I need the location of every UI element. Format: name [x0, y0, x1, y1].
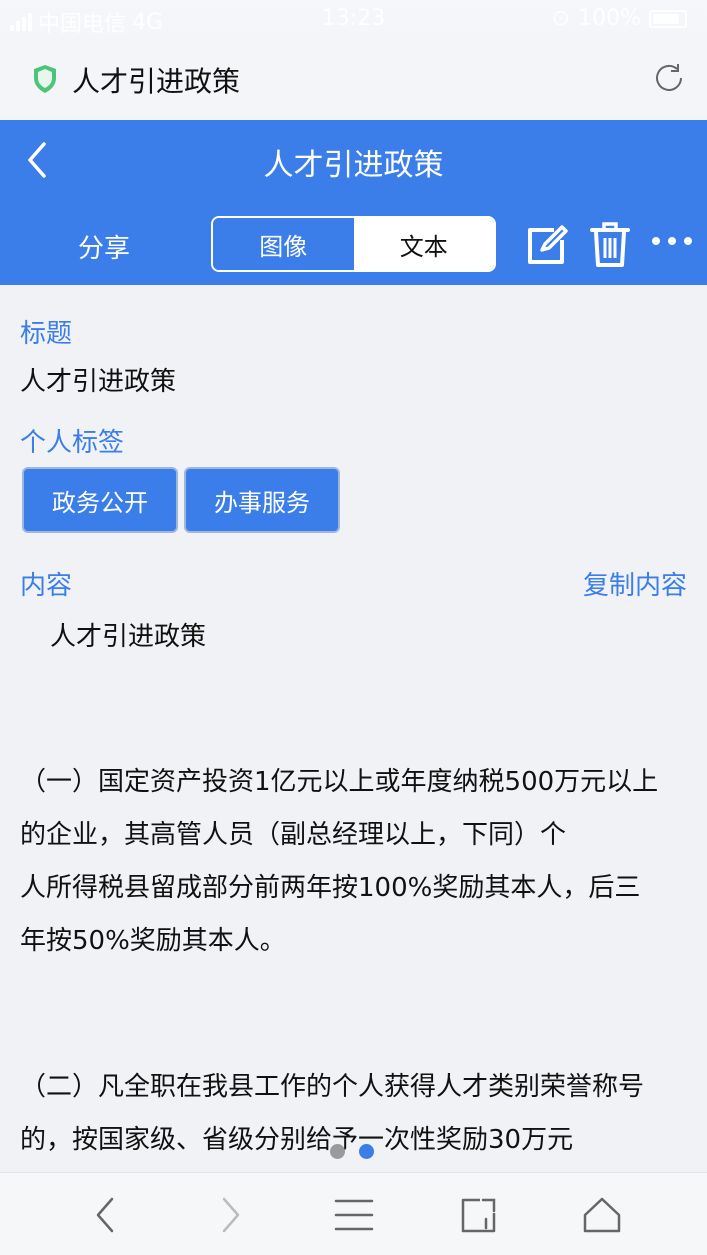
tag-chip[interactable]: 办事服务 [186, 469, 338, 531]
reload-icon[interactable] [651, 60, 687, 96]
copy-content-button[interactable]: 复制内容 [583, 565, 687, 602]
paragraph-line: 的企业，其高管人员（副总经理以上，下同）个 [20, 820, 567, 850]
paragraph-line: （二）凡全职在我县工作的个人获得人才类别荣誉称号 [20, 1072, 645, 1102]
segment-text[interactable]: 文本 [353, 218, 494, 270]
title-label: 标题 [20, 319, 73, 349]
view-mode-segmented-control: 图像 文本 [211, 216, 496, 272]
status-right: ⊙ 100% [552, 6, 687, 31]
more-icon[interactable] [650, 234, 694, 248]
trash-icon[interactable] [590, 220, 630, 268]
forward-arrow-icon[interactable] [210, 1195, 250, 1235]
tag-chip[interactable]: 政务公开 [24, 469, 176, 531]
page-title: 人才引进政策 [263, 148, 444, 183]
paragraph-line: 的，按国家级、省级分别给予一次性奖励30万元 [20, 1125, 574, 1155]
app-header: 人才引进政策 分享 图像 文本 [0, 120, 707, 285]
status-bar: 中国电信 4G 13:23 ⊙ 100% [0, 0, 707, 40]
page-dot-active [359, 1144, 374, 1159]
title-value: 人才引进政策 [20, 367, 177, 397]
battery-icon [649, 9, 687, 28]
page-dot [330, 1144, 345, 1159]
browser-page-title: 人才引进政策 [72, 65, 241, 98]
paragraph-line: 年按50%奖励其本人。 [20, 926, 286, 956]
tabs-icon[interactable] [458, 1195, 498, 1235]
edit-icon[interactable] [524, 220, 568, 268]
paragraph-line: （一）国定资产投资1亿元以上或年度纳税500万元以上 [20, 767, 659, 797]
shield-icon [34, 65, 56, 93]
content-heading: 人才引进政策 [50, 622, 207, 652]
browser-toolbar [0, 1172, 707, 1255]
paragraph-line: 人所得税县留成部分前两年按100%奖励其本人，后三 [20, 873, 641, 903]
home-icon[interactable] [582, 1195, 622, 1235]
content-paragraph: （一）国定资产投资1亿元以上或年度纳税500万元以上 的企业，其高管人员（副总经… [20, 756, 700, 968]
menu-icon[interactable] [334, 1195, 374, 1235]
segment-image[interactable]: 图像 [213, 218, 354, 270]
page-indicator [330, 1144, 374, 1159]
back-arrow-icon[interactable] [86, 1195, 126, 1235]
content-label: 内容 [20, 571, 73, 601]
browser-address-bar: 人才引进政策 [0, 40, 707, 120]
battery-label: 100% [578, 6, 641, 31]
tags-label: 个人标签 [20, 428, 125, 458]
orientation-lock-icon: ⊙ [551, 6, 571, 31]
share-button[interactable]: 分享 [78, 228, 130, 265]
